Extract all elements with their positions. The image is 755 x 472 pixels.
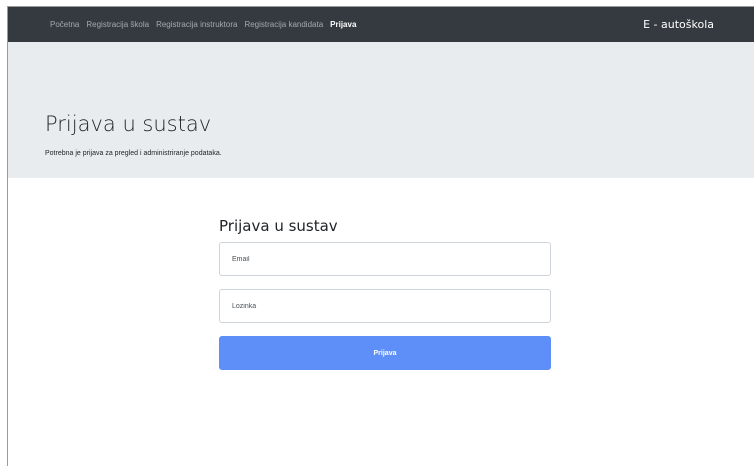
nav-link-registracija-instruktora[interactable]: Registracija instruktora <box>156 20 237 29</box>
top-navbar: Početna Registracija škola Registracija … <box>8 7 754 42</box>
navbar-brand[interactable]: E - autoškola <box>643 7 714 42</box>
nav-link-registracija-kandidata[interactable]: Registracija kandidata <box>244 20 323 29</box>
nav-link-prijava[interactable]: Prijava <box>330 20 356 29</box>
app-window: Početna Registracija škola Registracija … <box>7 6 754 466</box>
page-header: Prijava u sustav Potrebna je prijava za … <box>8 42 754 178</box>
page-title: Prijava u sustav <box>45 112 212 136</box>
password-field[interactable] <box>219 289 551 323</box>
nav-link-pocetna[interactable]: Početna <box>50 20 79 29</box>
login-form-title: Prijava u sustav <box>219 217 338 235</box>
nav-link-registracija-skola[interactable]: Registracija škola <box>86 20 149 29</box>
email-field[interactable] <box>219 242 551 276</box>
nav-links: Početna Registracija škola Registracija … <box>50 7 356 42</box>
page-subtitle: Potrebna je prijava za pregled i adminis… <box>45 150 222 157</box>
login-button[interactable]: Prijava <box>219 336 551 370</box>
